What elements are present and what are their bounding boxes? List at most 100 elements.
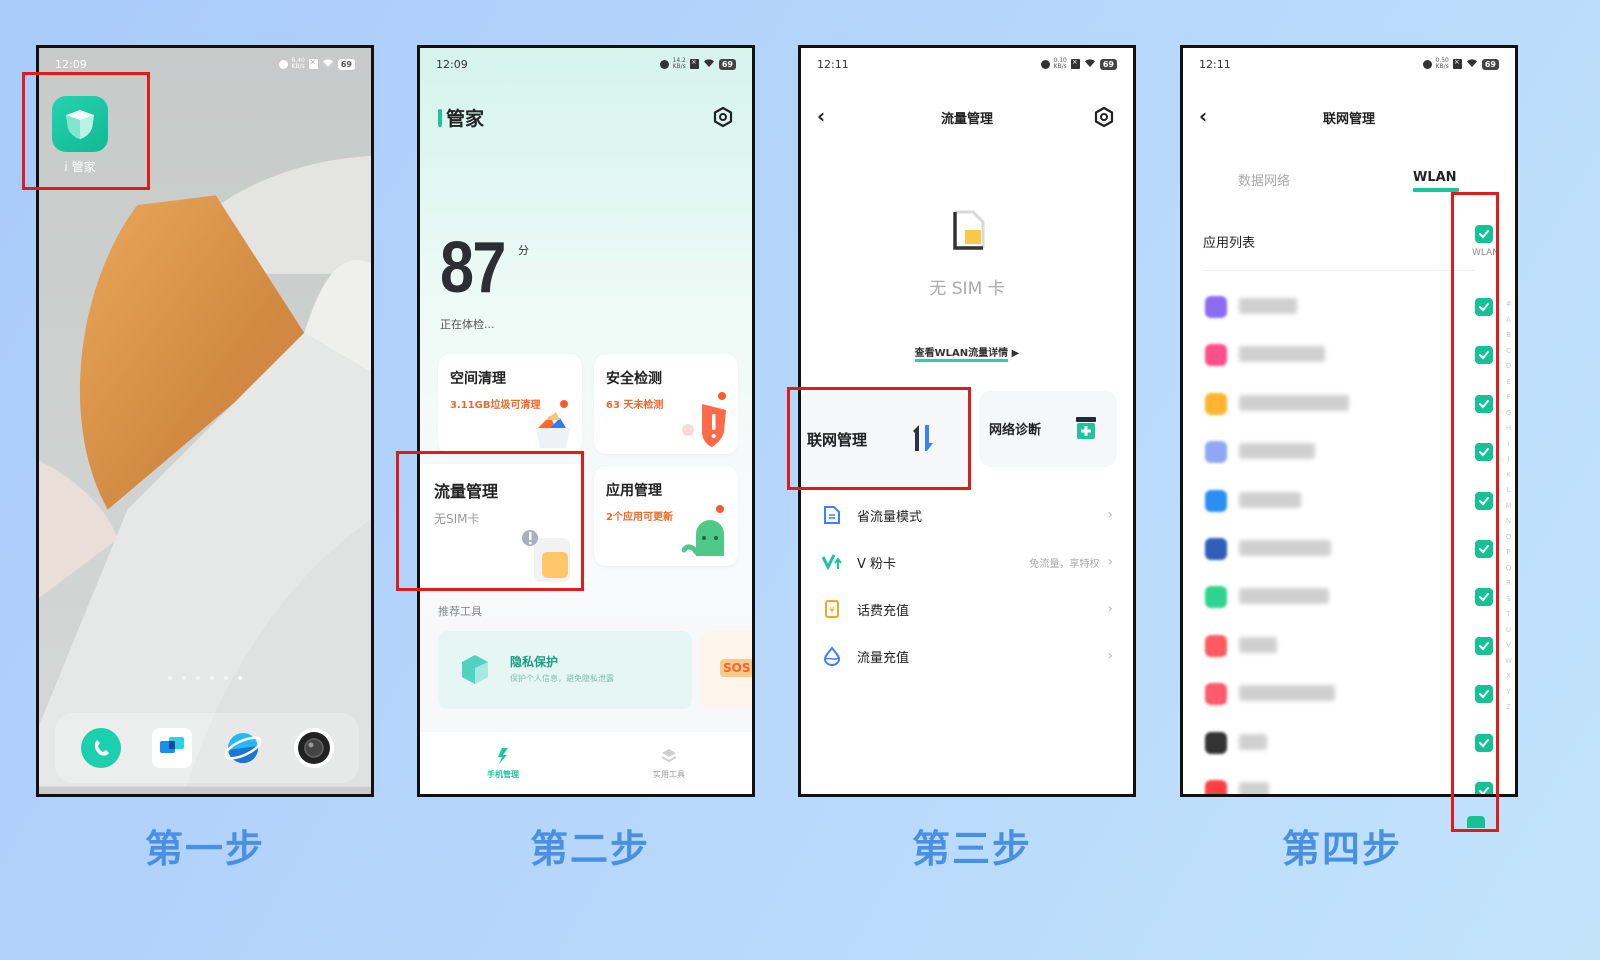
alphabet-index-letter[interactable]: Q bbox=[1505, 562, 1512, 576]
alphabet-index-letter[interactable]: # bbox=[1505, 298, 1512, 312]
alphabet-index-letter[interactable]: N bbox=[1505, 515, 1512, 529]
wlan-permission-checkbox[interactable] bbox=[1475, 685, 1493, 704]
nav-bar: ‹ 联网管理 bbox=[1183, 102, 1515, 132]
wlan-permission-checkbox[interactable] bbox=[1475, 733, 1493, 752]
i-manager-app-label[interactable]: i 管家 bbox=[44, 158, 116, 175]
chevron-right-icon: › bbox=[1107, 554, 1113, 570]
app-list-item[interactable] bbox=[1183, 478, 1515, 526]
shield-cube-icon bbox=[66, 110, 94, 139]
app-icon bbox=[1205, 731, 1227, 754]
app-name-blurred bbox=[1239, 540, 1331, 556]
app-list-item[interactable] bbox=[1183, 381, 1515, 429]
wlan-permission-checkbox[interactable] bbox=[1475, 782, 1493, 794]
status-icons: 14.2KB/s 69 bbox=[659, 58, 736, 71]
app-list-header: 应用列表 bbox=[1203, 236, 1256, 251]
nav-utilities[interactable]: 实用工具 bbox=[653, 747, 685, 780]
alphabet-index-letter[interactable]: S bbox=[1505, 593, 1512, 607]
wifi-icon bbox=[322, 58, 334, 71]
app-name-blurred bbox=[1239, 782, 1269, 794]
alphabet-index-letter[interactable]: U bbox=[1505, 624, 1512, 638]
alphabet-index-letter[interactable]: W bbox=[1505, 655, 1512, 669]
alphabet-index-letter[interactable]: P bbox=[1505, 546, 1512, 560]
app-list-item[interactable] bbox=[1183, 429, 1515, 477]
alphabet-index-letter[interactable]: C bbox=[1505, 345, 1512, 359]
app-list-item[interactable] bbox=[1183, 574, 1515, 622]
page-indicator[interactable] bbox=[39, 676, 371, 680]
phone-icon[interactable] bbox=[80, 728, 121, 768]
alphabet-index-letter[interactable]: K bbox=[1505, 469, 1512, 483]
wlan-permission-checkbox[interactable] bbox=[1475, 588, 1493, 607]
i-manager-app-icon[interactable] bbox=[52, 96, 108, 152]
app-list-item[interactable] bbox=[1183, 720, 1515, 768]
svg-text:¥: ¥ bbox=[829, 606, 835, 616]
sos-badge-icon: SOS bbox=[720, 659, 752, 677]
app-name-blurred bbox=[1239, 636, 1277, 653]
messages-icon[interactable] bbox=[151, 728, 192, 768]
alphabet-index-letter[interactable]: X bbox=[1505, 670, 1512, 684]
app-name-blurred bbox=[1239, 685, 1335, 702]
list-item-data-recharge[interactable]: 流量充值 › bbox=[801, 636, 1133, 676]
list-item-phone-recharge[interactable]: ¥ 话费充值 › bbox=[801, 589, 1133, 629]
alphabet-index-letter[interactable]: G bbox=[1505, 407, 1512, 421]
alphabet-index-letter[interactable]: I bbox=[1505, 438, 1512, 452]
alphabet-index-letter[interactable]: T bbox=[1505, 608, 1512, 622]
alphabet-index-letter[interactable]: E bbox=[1505, 376, 1512, 390]
list-item-data-saver[interactable]: 省流量模式 › bbox=[801, 495, 1133, 535]
alphabet-index-letter[interactable]: O bbox=[1505, 531, 1512, 545]
select-all-wlan-checkbox[interactable] bbox=[1475, 225, 1493, 243]
wlan-permission-checkbox[interactable] bbox=[1475, 346, 1493, 365]
app-icon bbox=[1205, 683, 1227, 706]
wlan-permission-checkbox[interactable] bbox=[1475, 540, 1493, 558]
nav-phone-management[interactable]: 手机管理 bbox=[487, 747, 519, 780]
battery-indicator: 69 bbox=[1481, 58, 1499, 70]
checkmark-icon bbox=[1479, 641, 1489, 651]
alphabet-index-letter[interactable]: F bbox=[1505, 391, 1512, 405]
alphabet-index-scrollbar[interactable]: # A B C D E F G H I J K L M N O P Q R S T U V W X Y Z bbox=[1505, 298, 1512, 715]
network-speed: 0.50 KB/s bbox=[1435, 57, 1449, 70]
alphabet-index-letter[interactable]: D bbox=[1505, 360, 1512, 374]
wlan-permission-checkbox[interactable] bbox=[1475, 636, 1493, 655]
alphabet-index-letter[interactable]: A bbox=[1505, 314, 1512, 328]
tool-card-privacy[interactable]: 隐私保护 保护个人信息，避免隐私泄露 bbox=[438, 631, 692, 709]
wlan-permission-checkbox[interactable] bbox=[1475, 394, 1493, 413]
app-list-item[interactable] bbox=[1183, 526, 1515, 574]
app-name-blurred bbox=[1239, 491, 1301, 508]
wlan-permission-checkbox[interactable] bbox=[1475, 491, 1493, 510]
app-list-item[interactable] bbox=[1183, 768, 1515, 794]
trash-bin-illustration bbox=[536, 400, 570, 448]
tab-wlan[interactable]: WLAN bbox=[1413, 170, 1457, 185]
card-security-check[interactable]: 安全检测 63 天未检测 bbox=[594, 354, 738, 454]
browser-icon[interactable] bbox=[223, 728, 263, 768]
app-list-item[interactable] bbox=[1183, 671, 1515, 719]
app-icon bbox=[1205, 441, 1227, 464]
tile-network-diagnosis[interactable]: 网络诊断 bbox=[979, 391, 1117, 467]
wlan-permission-checkbox[interactable] bbox=[1475, 443, 1493, 462]
alphabet-index-letter[interactable]: Y bbox=[1505, 686, 1512, 700]
settings-icon[interactable] bbox=[1093, 106, 1115, 128]
alphabet-index-letter[interactable]: L bbox=[1505, 484, 1512, 498]
tab-mobile-data[interactable]: 数据网络 bbox=[1238, 170, 1290, 189]
app-list-item[interactable] bbox=[1183, 623, 1515, 671]
step-label-2: 第二步 bbox=[530, 827, 651, 871]
alphabet-index-letter[interactable]: Z bbox=[1505, 701, 1512, 715]
alphabet-index-letter[interactable]: M bbox=[1505, 500, 1512, 514]
settings-icon[interactable] bbox=[712, 106, 734, 128]
wlan-usage-link[interactable]: 查看WLAN流量详情 ▶ bbox=[801, 344, 1133, 362]
card-app-management[interactable]: 应用管理 2个应用可更新 bbox=[594, 466, 738, 566]
checkmark-icon bbox=[1479, 303, 1489, 312]
list-item-v-fan-card[interactable]: V 粉卡 免流量，享特权 › bbox=[801, 542, 1133, 582]
tile-network-management[interactable]: 联网管理 bbox=[801, 391, 969, 487]
app-name-blurred bbox=[1239, 588, 1329, 605]
tool-card-sos[interactable]: SOS bbox=[700, 631, 752, 709]
wlan-permission-checkbox[interactable] bbox=[1475, 298, 1493, 316]
alphabet-index-letter[interactable]: J bbox=[1505, 453, 1512, 467]
alphabet-index-letter[interactable]: V bbox=[1505, 639, 1512, 653]
camera-icon[interactable] bbox=[293, 728, 334, 768]
alphabet-index-letter[interactable]: B bbox=[1505, 329, 1512, 343]
card-data-usage[interactable]: 流量管理 无SIM卡 bbox=[420, 464, 582, 588]
alphabet-index-letter[interactable]: R bbox=[1505, 577, 1512, 591]
app-list-item[interactable] bbox=[1183, 332, 1515, 380]
alphabet-index-letter[interactable]: H bbox=[1505, 422, 1512, 436]
app-list-item[interactable] bbox=[1183, 284, 1515, 332]
card-space-cleanup[interactable]: 空间清理 3.11GB垃圾可清理 bbox=[438, 354, 582, 454]
